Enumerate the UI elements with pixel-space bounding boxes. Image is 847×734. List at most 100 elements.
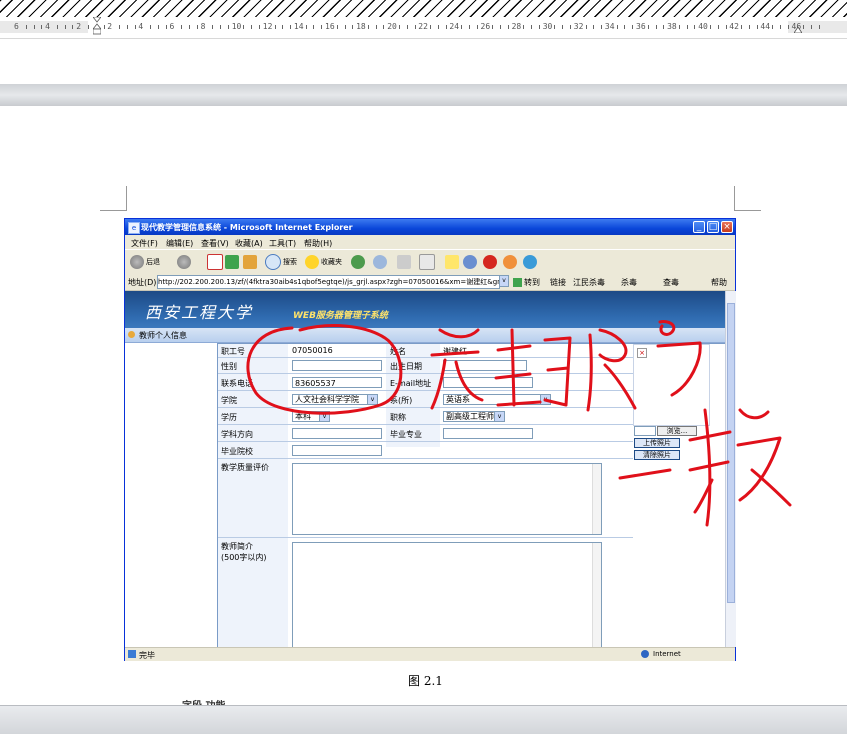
tools-icon [523, 255, 537, 269]
forward-button[interactable] [177, 254, 193, 270]
indent-marker-icon[interactable] [93, 17, 101, 35]
ruler-number: 18 [356, 22, 366, 31]
graduation-school-input[interactable] [292, 445, 382, 456]
ruler-number: 4 [138, 22, 144, 31]
ruler-number: 8 [200, 22, 206, 31]
teacher-intro-note: (500字以内) [221, 553, 267, 562]
horizontal-ruler[interactable]: 6 4 2 2 4 6 8 10 12 14 16 18 20 22 24 26 28 30 32 34 36 38 40 4… [0, 17, 847, 39]
plugin-button[interactable] [503, 254, 519, 270]
search-button[interactable]: 搜索 [265, 254, 297, 270]
menu-favorites[interactable]: 收藏(A) [235, 238, 263, 249]
ruler-tick [119, 25, 121, 29]
address-input[interactable]: http://202.200.200.13/zf/(4fktra30aib4s1… [157, 275, 500, 289]
ruler-tick [375, 25, 377, 29]
ie-window-screenshot: e 现代教学管理信息系统 - Microsoft Internet Explor… [124, 218, 736, 661]
college-select[interactable]: 人文社会科学学院 v [292, 394, 378, 405]
photo-path-input[interactable] [634, 426, 656, 436]
antivirus-button[interactable] [483, 254, 499, 270]
ruler-number: 32 [573, 22, 584, 31]
ruler-number: 2 [107, 22, 113, 31]
ruler-tick [313, 25, 315, 29]
ruler-tick [274, 25, 276, 29]
antivirus-link[interactable]: 江民杀毒 [573, 277, 605, 288]
back-button[interactable]: 后退 [130, 254, 160, 270]
menu-view[interactable]: 查看(V) [201, 238, 229, 249]
page-corner-mark [100, 210, 127, 211]
search-label: 搜索 [283, 258, 297, 266]
standard-toolbar: 后退 搜索 收藏夹 [125, 249, 735, 275]
favorites-button[interactable]: 收藏夹 [305, 254, 342, 270]
ie-icon: e [128, 222, 140, 234]
antivirus-icon [483, 255, 497, 269]
notes-icon [445, 255, 459, 269]
upload-photo-button[interactable]: 上传照片 [634, 438, 680, 448]
tools-button[interactable] [523, 254, 539, 270]
page-scrollbar[interactable] [725, 291, 736, 647]
education-select[interactable]: 本科 v [292, 411, 330, 422]
ruler-tick [336, 25, 338, 29]
ruler-tick [33, 25, 35, 29]
search-icon [265, 254, 281, 270]
textarea-scrollbar[interactable] [592, 543, 601, 647]
form-row: 职工号 07050016 姓名 谢建红 [218, 344, 634, 358]
clear-photo-button[interactable]: 清除照片 [634, 450, 680, 460]
ruler-number: 22 [418, 22, 428, 31]
security-zone: Internet [653, 650, 681, 658]
edit-button[interactable] [419, 254, 437, 270]
ruler-tick [523, 25, 525, 29]
right-indent-marker-icon[interactable] [794, 23, 802, 33]
menu-tools[interactable]: 工具(T) [269, 238, 296, 249]
page-corner-mark [734, 210, 761, 211]
address-dropdown[interactable]: v [499, 275, 509, 287]
ie-title-bar: e 现代教学管理信息系统 - Microsoft Internet Explor… [125, 219, 735, 235]
menu-help[interactable]: 帮助(H) [304, 238, 332, 249]
ruler-number: 34 [604, 22, 615, 31]
professional-title-select[interactable]: 副高级工程师 v [443, 411, 505, 422]
browse-button[interactable]: 浏览... [657, 426, 697, 436]
ruler-tick [632, 25, 634, 29]
check-virus-link[interactable]: 查毒 [663, 277, 679, 288]
ruler-number: 26 [480, 22, 491, 31]
ruler-tick [150, 25, 152, 29]
messenger-button[interactable] [463, 254, 479, 270]
refresh-button[interactable] [225, 254, 241, 270]
subject-direction-input[interactable] [292, 428, 382, 439]
menu-edit[interactable]: 编辑(E) [166, 238, 193, 249]
maximize-button[interactable]: □ [707, 221, 719, 233]
mail-button[interactable] [373, 254, 389, 270]
kill-virus-link[interactable]: 杀毒 [621, 277, 637, 288]
menu-file[interactable]: 文件(F) [131, 238, 158, 249]
department-select[interactable]: 英语系 v [443, 394, 551, 405]
links-button[interactable]: 链接 [550, 277, 566, 288]
form-row: 联系电话 83605537 E-mail地址 [218, 374, 634, 391]
graduation-major-input[interactable] [443, 428, 533, 439]
help-link[interactable]: 帮助 [711, 277, 727, 288]
minimize-button[interactable]: _ [693, 221, 705, 233]
gender-input[interactable] [292, 360, 382, 371]
textarea-scrollbar[interactable] [592, 464, 601, 534]
ruler-tick [585, 25, 587, 29]
staff-id-value: 07050016 [292, 346, 333, 355]
ruler-tick [562, 25, 564, 29]
print-button[interactable] [397, 254, 413, 270]
birth-date-input[interactable] [443, 360, 527, 371]
email-input[interactable] [443, 377, 533, 388]
address-bar: 地址(D) http://202.200.200.13/zf/(4fktra30… [125, 274, 735, 291]
ruler-tick [787, 25, 789, 29]
name-value: 谢建红 [443, 347, 467, 356]
ruler-tick [87, 25, 89, 29]
scrollbar-thumb[interactable] [727, 303, 735, 603]
close-button[interactable]: × [721, 221, 733, 233]
phone-input[interactable]: 83605537 [292, 377, 382, 388]
history-button[interactable] [351, 254, 367, 270]
stop-button[interactable] [207, 254, 225, 270]
teacher-intro-textarea[interactable] [292, 542, 602, 647]
home-button[interactable] [243, 254, 259, 270]
ruler-tick [344, 25, 346, 29]
ruler-tick [616, 25, 618, 29]
notes-button[interactable] [445, 254, 461, 270]
ruler-tick [694, 25, 696, 29]
ruler-tick [593, 25, 595, 29]
teaching-quality-textarea[interactable] [292, 463, 602, 535]
go-button[interactable]: 转到 [513, 277, 540, 288]
